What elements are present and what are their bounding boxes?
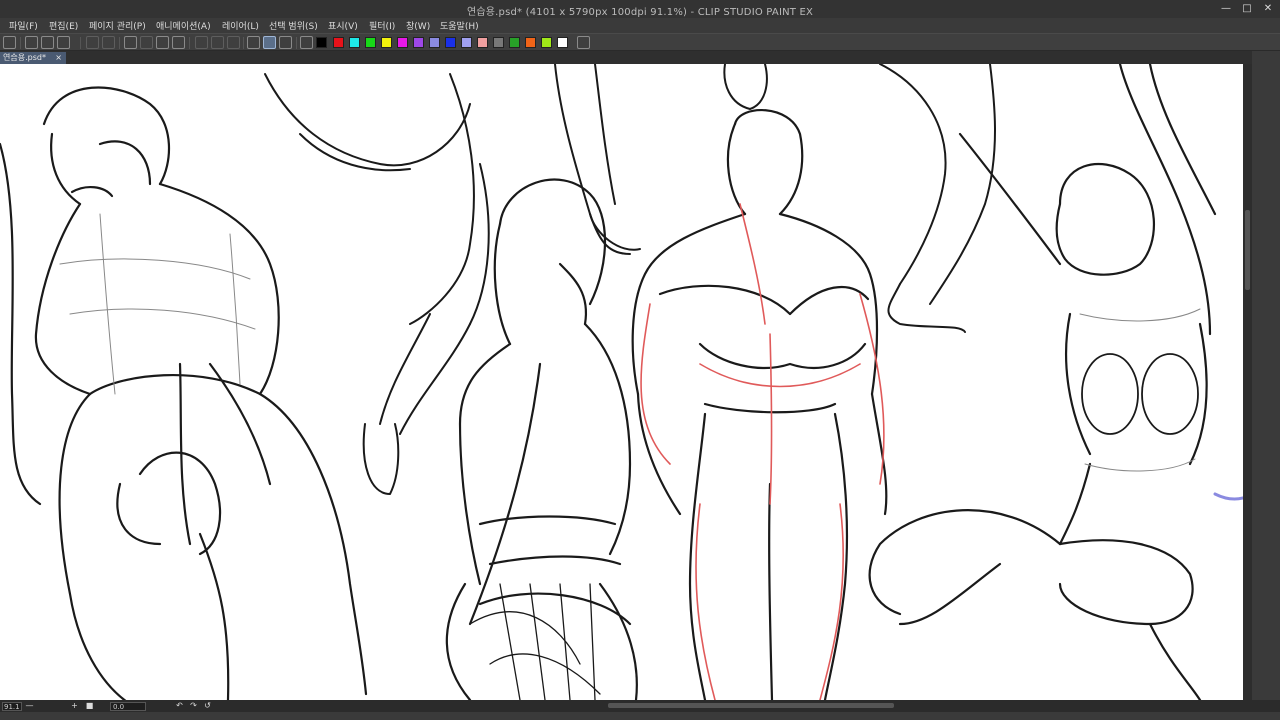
palette-menu-icon[interactable]	[577, 36, 590, 49]
color-swatch-green[interactable]	[365, 37, 376, 48]
menu-animation[interactable]: 애니메이션(A)	[156, 19, 211, 32]
vertical-scrollbar[interactable]	[1243, 64, 1252, 700]
rotate-left-button[interactable]: ↶	[175, 702, 184, 711]
toolbar-divider	[243, 37, 244, 49]
rotation-angle-field[interactable]: 0.0	[110, 702, 146, 711]
color-swatch-blue[interactable]	[445, 37, 456, 48]
color-swatch-white[interactable]	[557, 37, 568, 48]
horizontal-scroll-thumb[interactable]	[608, 703, 894, 708]
menu-page[interactable]: 페이지 관리(P)	[89, 19, 146, 32]
color-swatch-yellow[interactable]	[381, 37, 392, 48]
undo-icon[interactable]	[86, 36, 99, 49]
zoom-fit-button[interactable]: ■	[85, 702, 94, 711]
transform-icon[interactable]	[156, 36, 169, 49]
zoom-in-button[interactable]: +	[70, 702, 79, 711]
toolbar-divider	[80, 37, 81, 49]
close-button[interactable]: ✕	[1258, 0, 1278, 18]
reset-rotation-button[interactable]: ↺	[203, 702, 212, 711]
ruler-icon[interactable]	[247, 36, 260, 49]
color-swatch-lime[interactable]	[541, 37, 552, 48]
drawing-canvas[interactable]	[0, 64, 1243, 700]
color-swatch-black[interactable]	[316, 37, 327, 48]
toolbar-divider	[20, 37, 21, 49]
toolbar-divider	[296, 37, 297, 49]
right-panel-edge	[1252, 51, 1280, 720]
menu-layer[interactable]: 레이어(L)	[222, 19, 259, 32]
toolbar-divider	[119, 37, 120, 49]
toolbar-divider	[189, 37, 190, 49]
menu-window[interactable]: 창(W)	[406, 19, 430, 32]
navigator-icon[interactable]	[3, 36, 16, 49]
brush-icon[interactable]	[279, 36, 292, 49]
document-tab-bar: 연습용.psd* ×	[0, 51, 1280, 64]
close-tab-icon[interactable]: ×	[55, 52, 62, 64]
help-icon[interactable]	[300, 36, 313, 49]
taskbar-strip	[0, 712, 1280, 720]
window-title: 연습용.psd* (4101 x 5790px 100dpi 91.1%) - …	[466, 7, 814, 18]
title-bar: 연습용.psd* (4101 x 5790px 100dpi 91.1%) - …	[0, 0, 1280, 18]
menu-bar: 파일(F) 편집(E) 페이지 관리(P) 애니메이션(A) 레이어(L) 선택…	[0, 18, 1280, 33]
color-swatch-lavender[interactable]	[429, 37, 440, 48]
save-icon[interactable]	[57, 36, 70, 49]
zoom-field[interactable]: 91.1	[2, 702, 22, 711]
sketch-figure-muscular-man	[631, 108, 888, 700]
command-bar	[0, 33, 1280, 51]
invert-selection-icon[interactable]	[195, 36, 208, 49]
zoom-out-button[interactable]: —	[25, 702, 34, 711]
rotate-right-button[interactable]: ↷	[189, 702, 198, 711]
minimize-button[interactable]: —	[1216, 0, 1236, 18]
clear-icon[interactable]	[124, 36, 137, 49]
deselect-icon[interactable]	[211, 36, 224, 49]
maximize-button[interactable]: □	[1237, 0, 1257, 18]
new-file-icon[interactable]	[25, 36, 38, 49]
sketch-figure-hanging-leg	[879, 64, 996, 333]
vertical-scroll-thumb[interactable]	[1245, 210, 1250, 290]
menu-selection[interactable]: 선택 범위(S)	[269, 19, 318, 32]
sketch-figure-girl	[445, 178, 638, 700]
menu-edit[interactable]: 편집(E)	[49, 19, 78, 32]
open-file-icon[interactable]	[41, 36, 54, 49]
select-icon[interactable]	[172, 36, 185, 49]
menu-filter[interactable]: 필터(I)	[369, 19, 395, 32]
color-swatch-dark-green[interactable]	[509, 37, 520, 48]
color-swatch-magenta[interactable]	[397, 37, 408, 48]
crop-icon[interactable]	[227, 36, 240, 49]
stray-blue-stroke	[1213, 492, 1243, 501]
sketch-artwork	[0, 64, 1243, 700]
clip-studio-window: 연습용.psd* (4101 x 5790px 100dpi 91.1%) - …	[0, 0, 1280, 720]
color-swatch-orange[interactable]	[525, 37, 536, 48]
menu-help[interactable]: 도움말(H)	[440, 19, 479, 32]
pen-icon[interactable]	[263, 36, 276, 49]
menu-view[interactable]: 표시(V)	[328, 19, 358, 32]
color-swatch-purple[interactable]	[413, 37, 424, 48]
color-swatch-light-blue[interactable]	[461, 37, 472, 48]
color-swatch-pink[interactable]	[477, 37, 488, 48]
sketch-figure-leg	[554, 64, 768, 255]
menu-file[interactable]: 파일(F)	[9, 19, 38, 32]
color-swatch-red[interactable]	[333, 37, 344, 48]
document-tab-label: 연습용.psd*	[3, 53, 46, 62]
sketch-figure-back-view	[0, 86, 368, 700]
color-swatch-cyan[interactable]	[349, 37, 360, 48]
fill-icon[interactable]	[140, 36, 153, 49]
redo-icon[interactable]	[102, 36, 115, 49]
document-tab[interactable]: 연습용.psd* ×	[0, 52, 66, 64]
color-swatch-gray[interactable]	[493, 37, 504, 48]
sketch-figure-woman-arms-up	[868, 64, 1217, 700]
